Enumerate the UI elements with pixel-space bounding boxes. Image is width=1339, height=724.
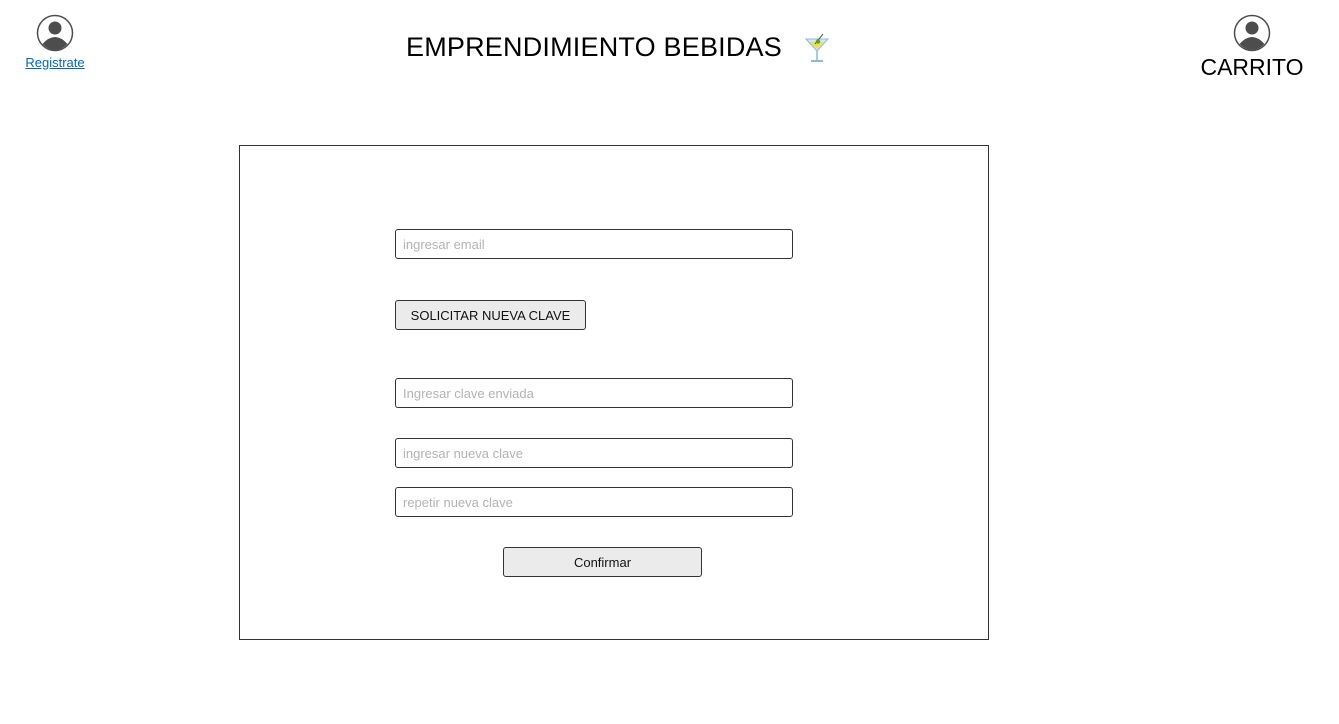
user-avatar-icon[interactable] xyxy=(36,14,74,52)
confirm-button[interactable]: Confirmar xyxy=(503,547,702,577)
email-input[interactable] xyxy=(395,229,793,259)
header-title-wrap: EMPRENDIMIENTO BEBIDAS xyxy=(406,32,830,63)
request-new-key-button[interactable]: SOLICITAR NUEVA CLAVE xyxy=(395,300,586,330)
repeat-key-input[interactable] xyxy=(395,487,793,517)
new-key-input[interactable] xyxy=(395,438,793,468)
user-register-block: Registrate xyxy=(24,14,86,72)
page: Registrate EMPRENDIMIENTO BEBIDAS CARRIT… xyxy=(0,0,1339,724)
cart-user-avatar-icon[interactable] xyxy=(1233,14,1271,52)
sent-key-input[interactable] xyxy=(395,378,793,408)
register-link[interactable]: Registrate xyxy=(25,55,84,70)
site-title: EMPRENDIMIENTO BEBIDAS xyxy=(406,32,782,62)
cart-block[interactable]: CARRITO xyxy=(1196,14,1308,81)
cocktail-glass-icon xyxy=(804,33,830,62)
cart-label[interactable]: CARRITO xyxy=(1196,54,1308,81)
